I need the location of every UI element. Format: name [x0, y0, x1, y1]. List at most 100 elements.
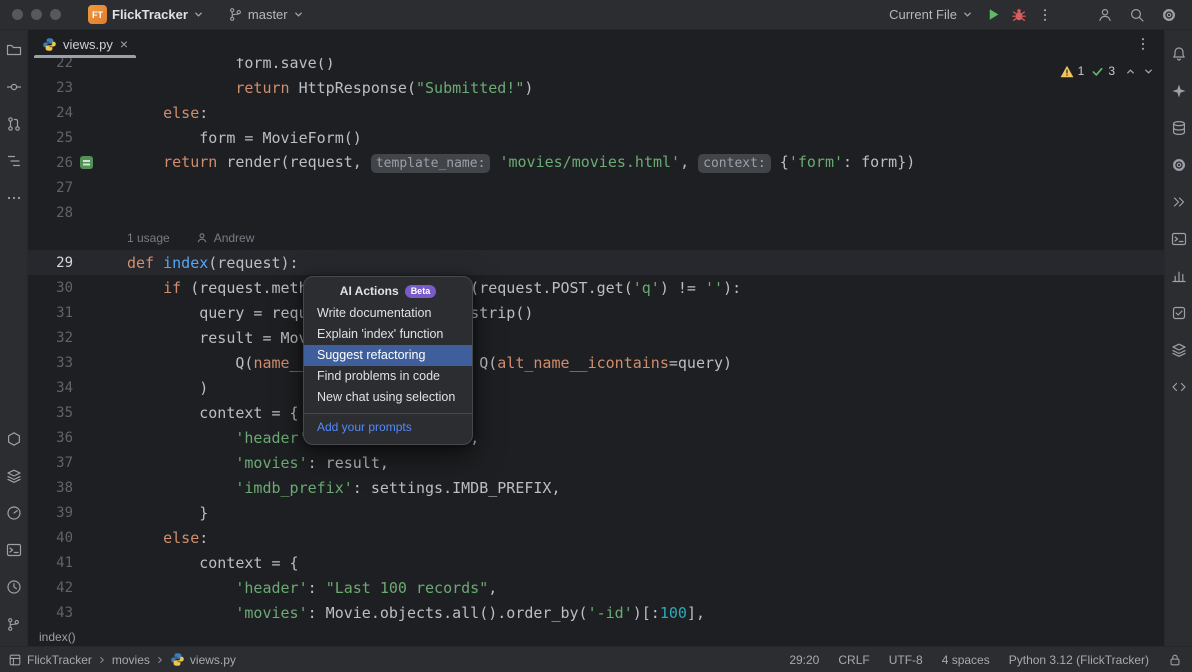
- layers-icon[interactable]: [2, 464, 26, 488]
- gutter-change-icon[interactable]: [80, 156, 93, 169]
- gutter[interactable]: [73, 175, 127, 200]
- tab-views-py[interactable]: views.py ×: [32, 30, 138, 58]
- line-number[interactable]: 40: [28, 530, 73, 546]
- statusbar-path-file[interactable]: views.py: [190, 653, 236, 667]
- code-icon[interactable]: [1167, 375, 1191, 399]
- run-configuration-selector[interactable]: Current File: [882, 4, 980, 25]
- line-number[interactable]: 31: [28, 305, 73, 321]
- lock-icon[interactable]: [1168, 653, 1182, 667]
- popup-item[interactable]: Write documentation: [304, 303, 472, 324]
- code-line[interactable]: 35 context = {: [28, 400, 1164, 425]
- gutter[interactable]: [73, 75, 127, 100]
- gutter[interactable]: [73, 325, 127, 350]
- code-line[interactable]: 33 Q(name__icontains=query) | Q(alt_name…: [28, 350, 1164, 375]
- line-number[interactable]: 25: [28, 130, 73, 146]
- clock-icon[interactable]: [2, 575, 26, 599]
- folder-icon[interactable]: [2, 38, 26, 62]
- line-number[interactable]: 32: [28, 330, 73, 346]
- line-number[interactable]: 23: [28, 80, 73, 96]
- line-number[interactable]: 29: [28, 255, 73, 271]
- inspections-widget[interactable]: 1 3: [1060, 64, 1154, 78]
- gutter[interactable]: [73, 400, 127, 425]
- encoding-widget[interactable]: UTF-8: [889, 653, 923, 667]
- indent-widget[interactable]: 4 spaces: [942, 653, 990, 667]
- gutter[interactable]: [73, 125, 127, 150]
- gutter[interactable]: [73, 300, 127, 325]
- line-number[interactable]: 41: [28, 555, 73, 571]
- branch-widget[interactable]: master: [221, 4, 311, 25]
- popup-item[interactable]: New chat using selection: [304, 387, 472, 408]
- gutter[interactable]: [73, 550, 127, 575]
- structure-icon[interactable]: [2, 149, 26, 173]
- previous-problem-icon[interactable]: [1125, 66, 1136, 77]
- add-your-prompts-link[interactable]: Add your prompts: [304, 414, 472, 442]
- next-problem-icon[interactable]: [1143, 66, 1154, 77]
- gutter[interactable]: [73, 250, 127, 275]
- line-number[interactable]: 33: [28, 355, 73, 371]
- popup-item[interactable]: Explain 'index' function: [304, 324, 472, 345]
- code-line[interactable]: 28: [28, 200, 1164, 225]
- code-line[interactable]: 42 'header': "Last 100 records",: [28, 575, 1164, 600]
- statusbar-path-project[interactable]: FlickTracker: [27, 653, 92, 667]
- usages-hint[interactable]: 1 usage: [127, 231, 170, 245]
- code-line[interactable]: 41 context = {: [28, 550, 1164, 575]
- interpreter-widget[interactable]: Python 3.12 (FlickTracker): [1009, 653, 1149, 667]
- gutter[interactable]: [73, 58, 127, 75]
- tab-options-button[interactable]: [1130, 32, 1156, 56]
- ai-star-icon[interactable]: [1167, 79, 1191, 103]
- code-line[interactable]: 23 return HttpResponse("Submitted!"): [28, 75, 1164, 100]
- line-number[interactable]: 43: [28, 605, 73, 621]
- project-widget[interactable]: FT FlickTracker: [81, 2, 211, 27]
- caret-position-widget[interactable]: 29:20: [789, 653, 819, 667]
- code-line[interactable]: 29def index(request):: [28, 250, 1164, 275]
- terminal-icon[interactable]: [1167, 227, 1191, 251]
- gutter[interactable]: [73, 100, 127, 125]
- line-number[interactable]: 42: [28, 580, 73, 596]
- code-line[interactable]: 22 form.save(): [28, 58, 1164, 75]
- double-chevron-icon[interactable]: [1167, 190, 1191, 214]
- todo-icon[interactable]: [1167, 301, 1191, 325]
- gutter[interactable]: [73, 500, 127, 525]
- services-icon[interactable]: [2, 427, 26, 451]
- line-number[interactable]: 38: [28, 480, 73, 496]
- code-line[interactable]: 34 ): [28, 375, 1164, 400]
- line-number[interactable]: 35: [28, 405, 73, 421]
- line-number[interactable]: 24: [28, 105, 73, 121]
- code-line[interactable]: 43 'movies': Movie.objects.all().order_b…: [28, 600, 1164, 625]
- maximize-window-icon[interactable]: [50, 9, 61, 20]
- terminal-icon[interactable]: [2, 538, 26, 562]
- code-line[interactable]: 38 'imdb_prefix': settings.IMDB_PREFIX,: [28, 475, 1164, 500]
- gutter[interactable]: [73, 350, 127, 375]
- author-hint[interactable]: Andrew: [214, 231, 255, 245]
- run-button[interactable]: [980, 3, 1006, 27]
- code-line[interactable]: 30 if (request.method == 'POST') and (re…: [28, 275, 1164, 300]
- code-line[interactable]: 39 }: [28, 500, 1164, 525]
- more-icon[interactable]: [2, 186, 26, 210]
- pull-request-icon[interactable]: [2, 112, 26, 136]
- chart-icon[interactable]: [1167, 264, 1191, 288]
- line-number[interactable]: 28: [28, 205, 73, 221]
- tab-close-icon[interactable]: ×: [119, 37, 129, 51]
- code-with-me-button[interactable]: [1092, 3, 1118, 27]
- project-window-icon[interactable]: [8, 653, 22, 667]
- more-actions-button[interactable]: [1032, 3, 1058, 27]
- breadcrumb-element[interactable]: index(): [39, 630, 76, 644]
- close-window-icon[interactable]: [12, 9, 23, 20]
- gutter[interactable]: [73, 425, 127, 450]
- line-number[interactable]: 30: [28, 280, 73, 296]
- search-everywhere-button[interactable]: [1124, 3, 1150, 27]
- line-separator-widget[interactable]: CRLF: [838, 653, 869, 667]
- line-number[interactable]: 37: [28, 455, 73, 471]
- gutter[interactable]: [73, 200, 127, 225]
- gutter[interactable]: [73, 575, 127, 600]
- line-number[interactable]: 27: [28, 180, 73, 196]
- minimize-window-icon[interactable]: [31, 9, 42, 20]
- gutter[interactable]: [73, 475, 127, 500]
- window-controls[interactable]: [12, 9, 61, 20]
- code-line[interactable]: 24 else:: [28, 100, 1164, 125]
- line-number[interactable]: 26: [28, 155, 73, 171]
- gutter[interactable]: [73, 525, 127, 550]
- profiler-icon[interactable]: [2, 501, 26, 525]
- editor[interactable]: 1 3 22 form.save()23 return HttpResponse…: [28, 58, 1164, 627]
- inlay-hint[interactable]: template_name:: [371, 154, 491, 173]
